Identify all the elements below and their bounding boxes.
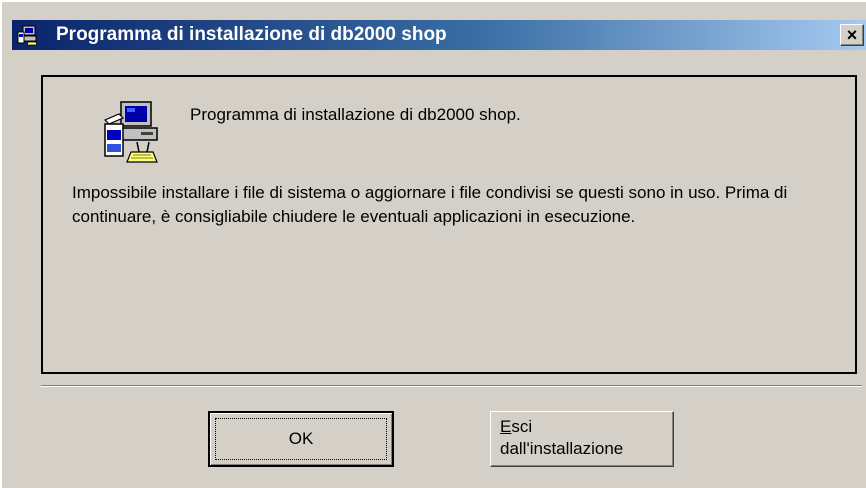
exit-label-line1-rest: sci <box>511 417 533 436</box>
message-panel: Programma di installazione di db2000 sho… <box>41 75 857 374</box>
close-button[interactable]: × <box>840 24 864 46</box>
close-icon: × <box>846 25 858 45</box>
ok-button-label: OK <box>215 418 387 460</box>
separator-line <box>41 385 862 387</box>
exit-label-line2: dall'installazione <box>500 439 624 458</box>
ok-button[interactable]: OK <box>208 411 394 467</box>
window-title: Programma di installazione di db2000 sho… <box>56 24 447 45</box>
setup-computer-icon <box>17 25 38 46</box>
exit-setup-button[interactable]: Esci dall'installazione <box>490 411 674 467</box>
warning-message: Impossibile installare i file di sistema… <box>72 183 788 226</box>
panel-heading: Programma di installazione di db2000 sho… <box>190 105 521 124</box>
setup-computer-icon <box>103 101 158 163</box>
setup-dialog-window: Programma di installazione di db2000 sho… <box>0 0 866 488</box>
exit-setup-button-label: Esci dall'installazione <box>500 416 623 460</box>
exit-access-key: E <box>500 417 512 436</box>
title-bar[interactable]: Programma di installazione di db2000 sho… <box>12 20 866 50</box>
